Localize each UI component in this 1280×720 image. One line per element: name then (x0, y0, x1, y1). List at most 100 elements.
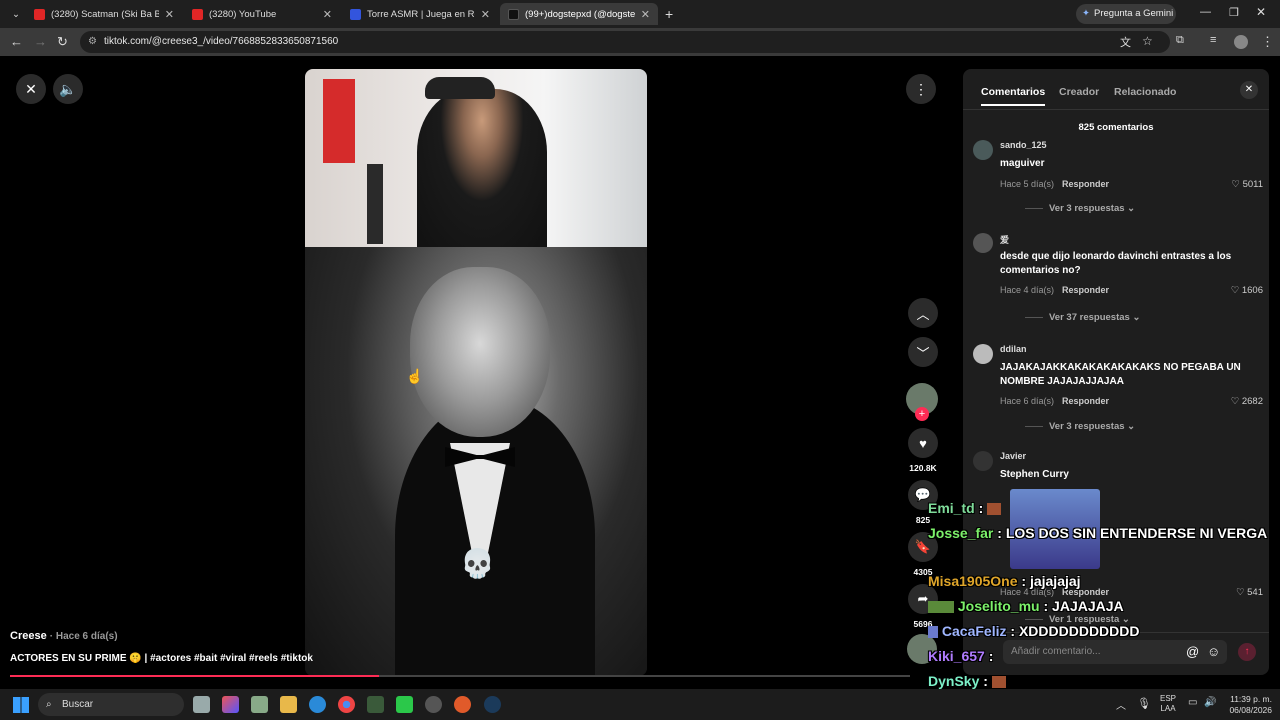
avatar[interactable] (973, 344, 993, 364)
new-tab-button[interactable]: + (665, 6, 673, 22)
app-icon[interactable] (425, 696, 442, 713)
close-panel-button[interactable]: ✕ (1240, 81, 1258, 99)
reading-list-icon[interactable]: ≡ (1210, 34, 1216, 46)
previous-video-button[interactable]: ︿ (908, 298, 938, 328)
close-icon[interactable]: ✕ (481, 8, 490, 21)
like-button[interactable]: ♥ (908, 428, 938, 458)
close-icon[interactable]: ✕ (641, 8, 650, 21)
next-video-button[interactable]: ﹀ (908, 337, 938, 367)
tab-comentarios[interactable]: Comentarios (981, 86, 1046, 106)
avatar[interactable] (973, 451, 993, 471)
close-icon[interactable]: ✕ (323, 8, 332, 21)
comment-user[interactable]: ddilan (1000, 344, 1027, 354)
forward-icon[interactable]: → (34, 34, 47, 49)
language-indicator[interactable]: ESP LAA (1160, 694, 1176, 714)
comment-likes[interactable]: ♡ 541 (1236, 587, 1263, 598)
streamer-cap (425, 77, 495, 99)
bookmark-icon: 🔖 (914, 539, 932, 554)
clock[interactable]: 11:39 p. m. 06/08/2026 (1222, 694, 1272, 716)
windows-start-icon[interactable] (13, 697, 29, 713)
reply-button[interactable]: Responder (1062, 396, 1109, 406)
view-replies-button[interactable]: Ver 3 respuestas ⌄ (1025, 421, 1135, 432)
tab-search-button[interactable]: ⌄ (4, 3, 22, 25)
taskbar-search[interactable]: ⌕ Buscar (38, 693, 184, 716)
progress-track[interactable] (10, 675, 910, 677)
address-bar-row: ← → ↻ ⚙ tiktok.com/@creese3_/video/76688… (0, 28, 1280, 56)
steam-icon[interactable] (484, 696, 501, 713)
tab-relacionado[interactable]: Relacionado (1114, 86, 1176, 98)
comment-likes[interactable]: ♡ 1606 (1231, 285, 1263, 296)
chrome-icon[interactable] (338, 696, 355, 713)
chat-line: DynSky : (928, 673, 1006, 689)
url-field[interactable]: ⚙ tiktok.com/@creese3_/video/76688528336… (80, 31, 1170, 53)
comment-likes[interactable]: ♡ 2682 (1231, 396, 1263, 407)
edge-icon[interactable] (309, 696, 326, 713)
tab-creador[interactable]: Creador (1059, 86, 1099, 98)
terminal-icon[interactable] (367, 696, 384, 713)
reply-button[interactable]: Responder (1062, 285, 1109, 295)
more-options-button[interactable]: ⋮ (906, 74, 936, 104)
minimize-button[interactable]: — (1200, 6, 1211, 18)
gemini-button[interactable]: ✦ Pregunta a Gemini (1076, 4, 1176, 24)
close-video-button[interactable]: ✕ (16, 74, 46, 104)
chat-badge (928, 601, 954, 614)
comment-text: desde que dijo leonardo davinchi entrast… (1000, 251, 1232, 276)
video-frame-streamer (305, 69, 647, 247)
view-replies-button[interactable]: Ver 3 respuestas ⌄ (1025, 203, 1135, 214)
search-icon: ⌕ (46, 699, 52, 710)
app-icon[interactable] (396, 696, 413, 713)
tab-roblox[interactable]: Torre ASMR | Juega en Roblox✕ (342, 3, 498, 25)
chevron-up-icon[interactable]: ︿ (1116, 697, 1126, 712)
chat-badge (928, 626, 938, 639)
emoji-icon[interactable]: ☺ (1207, 644, 1220, 659)
network-icon[interactable]: ▭ (1188, 697, 1197, 708)
chevron-down-icon: ﹀ (916, 345, 930, 361)
file-explorer-icon[interactable] (280, 696, 297, 713)
heart-icon: ♥ (919, 435, 927, 451)
back-icon[interactable]: ← (10, 34, 23, 49)
reply-button[interactable]: Responder (1062, 179, 1109, 189)
send-button[interactable]: ↑ (1238, 643, 1256, 661)
restore-button[interactable]: ❐ (1229, 6, 1239, 19)
mouse-cursor-icon: ☝ (406, 368, 424, 384)
follow-button[interactable]: + (915, 407, 929, 421)
copilot-icon[interactable] (222, 696, 239, 713)
comment-item: sando_125 maguiver Hace 5 día(s) Responde… (973, 140, 1263, 220)
close-icon: ✕ (25, 80, 37, 97)
comment-count-label: 825 comentarios (1078, 122, 1154, 133)
comment-user[interactable]: sando_125 (1000, 140, 1047, 150)
actor-suit (395, 397, 595, 676)
tab-scatman[interactable]: (3280) Scatman (Ski Ba Bop Ba✕ (26, 3, 182, 25)
tab-tiktok[interactable]: (99+)dogstepxd (@dogstepxd)✕ (500, 3, 658, 25)
avatar[interactable] (973, 140, 993, 160)
mention-icon[interactable]: @ (1186, 644, 1199, 659)
site-info-icon[interactable]: ⚙ (88, 31, 97, 53)
volume-icon[interactable]: 🔊 (1204, 697, 1216, 708)
profile-avatar[interactable] (1234, 35, 1248, 49)
chat-emote (987, 503, 1002, 516)
comment-user[interactable]: Javier (1000, 451, 1026, 461)
video-caption: ACTORES EN SU PRIME 🤫 | #actores #bait #… (10, 653, 313, 664)
comment-likes[interactable]: ♡ 5011 (1231, 179, 1263, 190)
video-player[interactable]: 💀 (305, 69, 647, 676)
window-close-button[interactable]: ✕ (1256, 5, 1266, 19)
more-vertical-icon: ⋮ (914, 80, 928, 97)
comment-meta: Hace 5 día(s) Responder (1000, 179, 1110, 189)
view-replies-button[interactable]: Ver 37 respuestas ⌄ (1025, 312, 1140, 323)
bookmark-star-icon[interactable]: ☆ (1142, 34, 1153, 48)
close-icon[interactable]: ✕ (165, 8, 174, 21)
comment-text: JAJAKAJAKKAKAKAKAKAKAKS NO PEGABA UN NOM… (1000, 362, 1241, 387)
video-author[interactable]: Creese · Hace 6 día(s) (10, 630, 118, 642)
app-icon[interactable] (454, 696, 471, 713)
tab-youtube[interactable]: (3280) YouTube ✕ (184, 3, 340, 25)
reload-icon[interactable]: ↻ (57, 34, 68, 50)
avatar[interactable] (973, 233, 993, 253)
menu-icon[interactable]: ⋮ (1261, 34, 1274, 50)
task-view-icon[interactable] (193, 696, 210, 713)
translate-icon[interactable]: 文 (1120, 34, 1131, 50)
volume-button[interactable]: 🔈 (53, 74, 83, 104)
store-icon[interactable] (251, 696, 268, 713)
microphone-icon[interactable]: 🎙 (1137, 697, 1151, 710)
comment-user[interactable]: 爱 (1000, 233, 1009, 246)
extensions-icon[interactable]: ⧉ (1176, 34, 1184, 47)
